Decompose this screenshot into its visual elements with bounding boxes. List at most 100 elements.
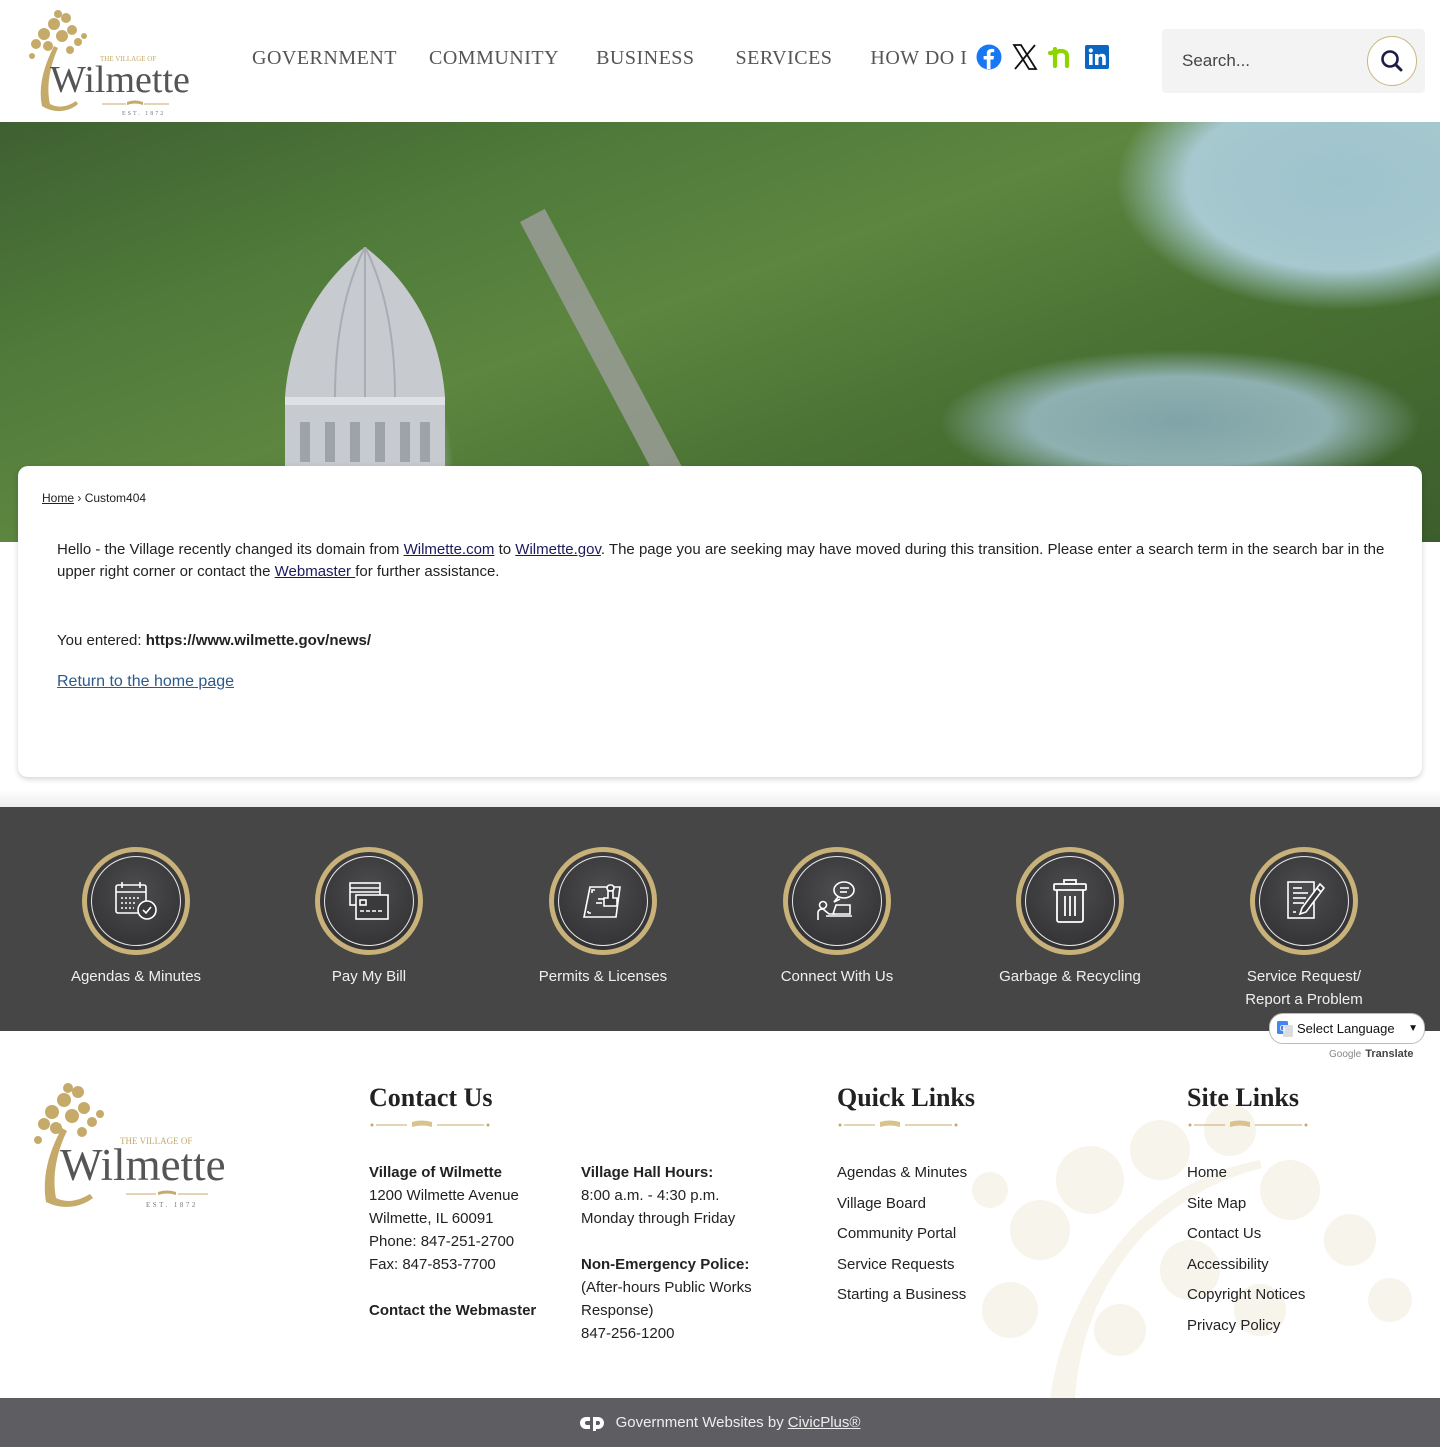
civicplus-link[interactable]: CivicPlus® xyxy=(788,1414,861,1431)
quick-button-pay-bill[interactable]: Pay My Bill xyxy=(259,847,479,988)
main-nav: GOVERNMENT COMMUNITY BUSINESS SERVICES H… xyxy=(252,47,967,70)
quick-link-item[interactable]: Agendas & Minutes xyxy=(837,1163,967,1194)
site-link-item[interactable]: Contact Us xyxy=(1187,1224,1305,1255)
police-note-line1: (After-hours Public Works xyxy=(581,1279,752,1296)
quick-button-label: Pay My Bill xyxy=(331,968,407,985)
webmaster-link[interactable]: Webmaster xyxy=(275,563,356,580)
svg-text:EST. 1872: EST. 1872 xyxy=(146,1201,198,1209)
quick-button-label: Permits & Licenses xyxy=(538,968,668,985)
civicplus-logo-icon xyxy=(579,1414,604,1432)
google-translate-icon: G xyxy=(1277,1020,1293,1037)
document-pen-icon xyxy=(1287,881,1326,919)
gold-divider xyxy=(838,1120,958,1127)
search-input[interactable] xyxy=(1162,29,1362,93)
translate-label: Translate xyxy=(1365,1048,1414,1060)
quick-button-label-line1: Service Request/ xyxy=(1246,968,1362,985)
site-link-item[interactable]: Site Map xyxy=(1187,1194,1305,1225)
site-links-list: Home Site Map Contact Us Accessibility C… xyxy=(1187,1163,1305,1346)
quick-button-circle xyxy=(315,847,423,955)
quick-button-permits[interactable]: Permits & Licenses xyxy=(493,847,713,988)
quick-button-label: Agendas & Minutes xyxy=(70,968,202,985)
search-button[interactable] xyxy=(1367,36,1417,86)
credit-card-icon xyxy=(349,882,389,920)
entered-url: https://www.wilmette.gov/news/ xyxy=(145,632,372,649)
message-text: to xyxy=(494,541,516,558)
nextdoor-icon[interactable] xyxy=(1047,44,1074,70)
quick-button-inner xyxy=(324,856,414,946)
site-header: THE VILLAGE OF Wilmette EST. 1872 GOVERN… xyxy=(0,0,1440,122)
google-wordmark: Google xyxy=(1329,1049,1362,1060)
quick-link-item[interactable]: Village Board xyxy=(837,1194,967,1225)
contact-org: Village of Wilmette xyxy=(369,1164,502,1181)
wilmette-gov-link[interactable]: Wilmette.gov xyxy=(515,541,601,558)
police-title: Non-Emergency Police: xyxy=(581,1256,750,1273)
quick-button-garbage[interactable]: Garbage & Recycling xyxy=(960,847,1180,988)
quick-button-inner xyxy=(558,856,648,946)
site-link-item[interactable]: Privacy Policy xyxy=(1187,1316,1305,1347)
wilmette-com-link[interactable]: Wilmette.com xyxy=(404,541,495,558)
civicplus-text: Government Websites by xyxy=(615,1414,784,1431)
quick-button-inner xyxy=(1025,856,1115,946)
x-icon[interactable] xyxy=(1012,44,1038,70)
quick-button-inner xyxy=(792,856,882,946)
contact-webmaster-link[interactable]: Contact the Webmaster xyxy=(369,1302,536,1319)
quick-button-circle xyxy=(1016,847,1124,955)
civicplus-bar: Government Websites by CivicPlus® xyxy=(0,1398,1440,1447)
entered-label: You entered: xyxy=(57,632,146,649)
quick-button-circle xyxy=(783,847,891,955)
footer-tree-watermark xyxy=(972,1104,1412,1398)
message-text: Hello - the Village recently changed its… xyxy=(57,541,404,558)
nav-government[interactable]: GOVERNMENT xyxy=(252,47,397,70)
quick-button-inner xyxy=(91,856,181,946)
svg-text:Wilmette: Wilmette xyxy=(60,1140,226,1190)
facebook-icon[interactable] xyxy=(976,44,1002,70)
quick-link-item[interactable]: Service Requests xyxy=(837,1255,967,1286)
nav-community[interactable]: COMMUNITY xyxy=(429,47,559,70)
quick-button-circle xyxy=(549,847,657,955)
site-link-item[interactable]: Accessibility xyxy=(1187,1255,1305,1286)
breadcrumb-separator: › xyxy=(77,491,82,505)
quick-link-item[interactable]: Community Portal xyxy=(837,1224,967,1255)
contact-address: Village of Wilmette 1200 Wilmette Avenue… xyxy=(369,1161,536,1322)
svg-text:G: G xyxy=(1280,1024,1286,1033)
return-home-link[interactable]: Return to the home page xyxy=(57,673,234,691)
band-shadow xyxy=(0,790,1440,807)
search-icon xyxy=(1381,50,1403,72)
trash-can-icon xyxy=(1053,879,1087,923)
village-logo[interactable]: THE VILLAGE OF Wilmette EST. 1872 xyxy=(14,6,219,118)
quick-button-inner xyxy=(1259,856,1349,946)
nav-how-do-i[interactable]: HOW DO I xyxy=(870,47,967,70)
nav-business[interactable]: BUSINESS xyxy=(596,47,694,70)
language-select[interactable]: G Select Language ▼ xyxy=(1269,1013,1425,1044)
contact-phone: Phone: 847-251-2700 xyxy=(369,1233,515,1250)
message-text: for further assistance. xyxy=(355,563,500,580)
quick-button-agendas[interactable]: Agendas & Minutes xyxy=(26,847,246,988)
calendar-check-icon xyxy=(115,882,157,920)
police-phone: 847-256-1200 xyxy=(581,1325,675,1342)
quick-buttons-band: Agendas & Minutes Pay My Bill Permits & … xyxy=(0,807,1440,1031)
contact-fax: Fax: 847-853-7700 xyxy=(369,1256,496,1273)
powered-by-google-translate: Google Translate xyxy=(1329,1048,1414,1060)
footer-logo[interactable]: THE VILLAGE OF Wilmette EST. 1872 xyxy=(18,1078,258,1213)
site-links-heading: Site Links xyxy=(1187,1083,1299,1112)
social-links xyxy=(976,44,1110,70)
linkedin-icon[interactable] xyxy=(1084,44,1110,70)
quick-button-connect[interactable]: Connect With Us xyxy=(727,847,947,988)
gold-divider xyxy=(370,1120,490,1127)
quick-button-label: Garbage & Recycling xyxy=(999,968,1141,985)
contact-us-heading: Contact Us xyxy=(369,1083,493,1112)
gold-divider xyxy=(1188,1120,1308,1127)
nav-services[interactable]: SERVICES xyxy=(736,47,833,70)
breadcrumb-home-link[interactable]: Home xyxy=(42,491,74,505)
quick-button-service-request[interactable]: Service Request/ Report a Problem xyxy=(1194,847,1414,1011)
person-chat-icon xyxy=(817,881,855,920)
quick-button-label: Service Request/ Report a Problem xyxy=(1194,965,1414,1011)
stamp-icon xyxy=(583,884,621,918)
domain-change-message: Hello - the Village recently changed its… xyxy=(57,539,1387,583)
site-link-item[interactable]: Copyright Notices xyxy=(1187,1285,1305,1316)
site-link-item[interactable]: Home xyxy=(1187,1163,1305,1194)
svg-text:Wilmette: Wilmette xyxy=(50,59,190,101)
quick-button-label-line2: Report a Problem xyxy=(1245,991,1363,1008)
quick-link-item[interactable]: Starting a Business xyxy=(837,1285,967,1316)
entered-url-line: You entered: https://www.wilmette.gov/ne… xyxy=(57,632,371,649)
